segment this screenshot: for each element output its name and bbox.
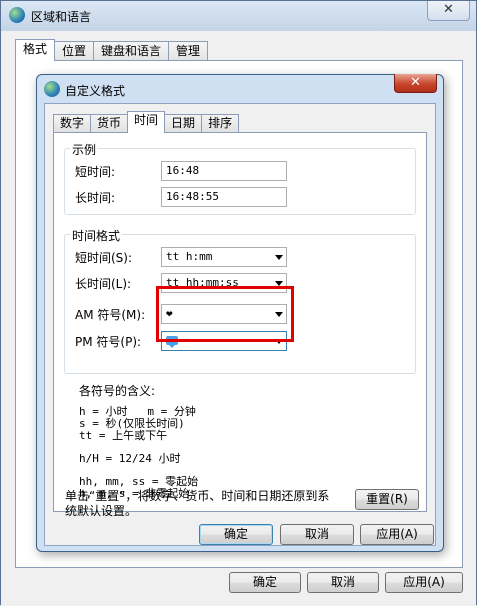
tab-currency[interactable]: 货币 xyxy=(90,114,129,133)
time-formats-legend: 时间格式 xyxy=(70,227,123,244)
am-symbol-label: AM 符号(M): xyxy=(75,308,146,322)
example-short-time-label: 短时间: xyxy=(75,165,116,179)
reset-button[interactable]: 重置(R) xyxy=(355,489,419,510)
time-tab-panel: 示例 短时间: 16:48 长时间: 16:48:55 时间格式 短时间(S):… xyxy=(53,132,427,512)
chevron-down-icon xyxy=(275,255,283,260)
pm-symbol-label: PM 符号(P): xyxy=(75,335,142,349)
example-group: 示例 短时间: 16:48 长时间: 16:48:55 xyxy=(64,141,416,215)
parent-close-button[interactable]: ✕ xyxy=(427,1,470,21)
dialog-close-button[interactable]: ✕ xyxy=(394,74,437,93)
note-am-pm: tt = 上午或下午 xyxy=(79,429,168,442)
dialog-cancel-button[interactable]: 取消 xyxy=(280,524,354,545)
short-time-format-label: 短时间(S): xyxy=(75,251,133,265)
tab-numbers[interactable]: 数字 xyxy=(53,114,92,133)
example-long-time-label: 长时间: xyxy=(75,191,116,205)
tab-date[interactable]: 日期 xyxy=(164,114,203,133)
parent-tabs: 格式 位置 键盘和语言 管理 xyxy=(15,39,209,61)
reset-description-line2: 统默认设置。 xyxy=(65,504,138,518)
short-time-format-select[interactable]: tt h:mm xyxy=(161,247,287,267)
parent-apply-button[interactable]: 应用(A) xyxy=(385,572,463,593)
globe-icon xyxy=(9,7,25,23)
highlight-annotation xyxy=(156,286,294,342)
parent-footer: 确定 取消 应用(A) xyxy=(1,568,476,606)
customize-format-dialog: 自定义格式 ✕ 数字 货币 时间 日期 排序 示例 短时间: 16:48 长时间… xyxy=(36,74,444,552)
dialog-title: 自定义格式 xyxy=(65,84,126,98)
parent-titlebar: 区域和语言 ✕ xyxy=(1,1,476,31)
tab-location[interactable]: 位置 xyxy=(54,41,95,61)
dialog-tabs: 数字 货币 时间 日期 排序 xyxy=(53,111,240,133)
tab-sort[interactable]: 排序 xyxy=(201,114,240,133)
short-time-format-value: tt h:mm xyxy=(166,250,213,263)
example-short-time-field: 16:48 xyxy=(161,161,287,181)
dialog-body: 数字 货币 时间 日期 排序 示例 短时间: 16:48 长时间: 16:48:… xyxy=(44,103,436,546)
example-legend: 示例 xyxy=(70,141,99,158)
dialog-ok-button[interactable]: 确定 xyxy=(199,524,273,545)
tab-keyboard-language[interactable]: 键盘和语言 xyxy=(93,41,170,61)
tab-time[interactable]: 时间 xyxy=(127,111,166,133)
example-long-time-field: 16:48:55 xyxy=(161,187,287,207)
tab-format[interactable]: 格式 xyxy=(15,39,56,61)
parent-ok-button[interactable]: 确定 xyxy=(229,572,301,593)
tab-administrative[interactable]: 管理 xyxy=(168,41,209,61)
long-time-format-label: 长时间(L): xyxy=(75,277,132,291)
parent-title: 区域和语言 xyxy=(31,10,92,24)
parent-cancel-button[interactable]: 取消 xyxy=(307,572,379,593)
note-12-24: h/H = 12/24 小时 xyxy=(79,452,181,465)
globe-icon xyxy=(44,81,60,97)
symbols-meaning-title: 各符号的含义: xyxy=(79,384,156,398)
dialog-apply-button[interactable]: 应用(A) xyxy=(360,524,434,545)
